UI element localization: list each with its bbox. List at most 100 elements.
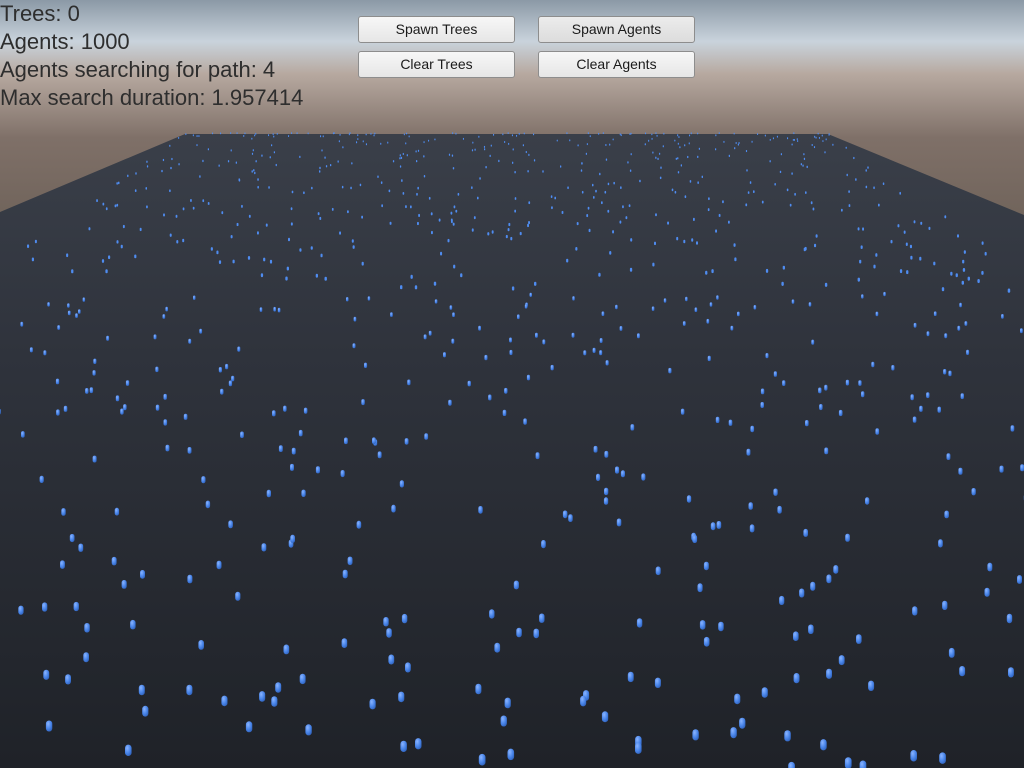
agent-capsule bbox=[299, 248, 302, 252]
agent-capsule bbox=[955, 273, 958, 278]
scene-view[interactable] bbox=[0, 0, 1024, 768]
agent-capsule bbox=[709, 302, 713, 307]
agent-capsule bbox=[751, 140, 753, 143]
agent-capsule bbox=[291, 447, 296, 455]
agent-capsule bbox=[453, 205, 456, 209]
agent-capsule bbox=[120, 244, 123, 249]
agent-capsule bbox=[728, 419, 733, 426]
agent-capsule bbox=[961, 280, 964, 285]
agent-capsule bbox=[504, 387, 508, 394]
agent-capsule bbox=[324, 276, 327, 281]
agent-capsule bbox=[417, 221, 419, 226]
agent-capsule bbox=[487, 232, 490, 236]
agent-capsule bbox=[859, 760, 867, 768]
agent-capsule bbox=[169, 144, 171, 147]
agent-capsule bbox=[875, 253, 878, 257]
agent-capsule bbox=[494, 642, 501, 653]
agent-capsule bbox=[251, 152, 254, 155]
agent-capsule bbox=[169, 233, 172, 237]
agent-capsule bbox=[400, 285, 403, 290]
agent-capsule bbox=[718, 132, 720, 134]
agent-capsule bbox=[774, 183, 776, 186]
agent-capsule bbox=[718, 213, 721, 217]
agent-capsule bbox=[60, 560, 65, 569]
agent-capsule bbox=[450, 211, 453, 215]
agent-capsule bbox=[913, 322, 917, 328]
agent-capsule bbox=[746, 169, 748, 172]
agent-capsule bbox=[188, 338, 192, 344]
agent-capsule bbox=[402, 152, 404, 155]
agent-capsule bbox=[622, 205, 624, 209]
agent-capsule bbox=[146, 205, 148, 209]
agent-capsule bbox=[687, 155, 689, 159]
agent-capsule bbox=[706, 318, 710, 324]
agent-capsule bbox=[372, 437, 376, 444]
agent-capsule bbox=[550, 195, 553, 198]
clear-trees-button[interactable]: Clear Trees bbox=[358, 51, 515, 78]
agent-capsule bbox=[822, 140, 824, 142]
agent-capsule bbox=[178, 163, 180, 166]
agent-capsule bbox=[45, 720, 53, 732]
agent-capsule bbox=[423, 334, 427, 340]
agent-capsule bbox=[153, 334, 157, 340]
agent-capsule bbox=[271, 144, 273, 147]
agent-capsule bbox=[320, 253, 323, 258]
agent-capsule bbox=[390, 312, 393, 317]
agent-capsule bbox=[290, 534, 295, 543]
agent-capsule bbox=[331, 207, 334, 211]
agent-capsule bbox=[680, 164, 682, 167]
agent-capsule bbox=[401, 613, 408, 624]
agent-capsule bbox=[283, 644, 290, 655]
agent-capsule bbox=[716, 521, 722, 529]
agent-capsule bbox=[824, 447, 829, 455]
agent-capsule bbox=[472, 141, 474, 144]
agent-capsule bbox=[667, 221, 669, 225]
agent-capsule bbox=[508, 142, 510, 145]
agent-capsule bbox=[121, 580, 127, 589]
agent-capsule bbox=[528, 201, 531, 205]
agent-capsule bbox=[944, 215, 947, 219]
clear-agents-button[interactable]: Clear Agents bbox=[538, 51, 695, 78]
agent-capsule bbox=[273, 151, 275, 154]
agent-capsule bbox=[629, 169, 632, 172]
agent-capsule bbox=[431, 230, 433, 235]
agent-capsule bbox=[163, 213, 165, 217]
agent-capsule bbox=[415, 738, 422, 750]
agent-capsule bbox=[408, 135, 410, 138]
agent-capsule bbox=[430, 212, 433, 216]
agent-capsule bbox=[739, 717, 746, 729]
agent-capsule bbox=[556, 139, 558, 142]
agent-capsule bbox=[357, 134, 359, 137]
agent-capsule bbox=[451, 154, 454, 157]
agent-capsule bbox=[678, 136, 680, 138]
agent-capsule bbox=[984, 587, 990, 597]
spawn-agents-button[interactable]: Spawn Agents bbox=[538, 16, 695, 43]
ground-plane[interactable] bbox=[0, 134, 1024, 768]
agent-capsule bbox=[793, 139, 795, 141]
agent-capsule bbox=[737, 143, 739, 146]
agent-capsule bbox=[298, 429, 303, 437]
agent-capsule bbox=[451, 219, 453, 224]
agent-capsule bbox=[601, 311, 605, 316]
agent-capsule bbox=[677, 171, 680, 174]
agent-capsule bbox=[344, 437, 348, 445]
agent-capsule bbox=[668, 367, 672, 374]
agent-capsule bbox=[356, 520, 362, 529]
agent-capsule bbox=[861, 294, 864, 299]
agent-capsule bbox=[387, 141, 389, 144]
agent-capsule bbox=[639, 179, 641, 183]
agent-capsule bbox=[254, 134, 256, 137]
agent-capsule bbox=[182, 238, 185, 243]
agent-capsule bbox=[802, 164, 804, 167]
agent-capsule bbox=[779, 170, 782, 174]
agent-capsule bbox=[418, 213, 420, 217]
agent-capsule bbox=[478, 506, 483, 514]
spawn-trees-button[interactable]: Spawn Trees bbox=[358, 16, 515, 43]
agent-capsule bbox=[619, 326, 623, 331]
game-viewport[interactable]: Trees: 0 Agents: 1000 Agents searching f… bbox=[0, 0, 1024, 768]
agent-capsule bbox=[750, 425, 755, 433]
agent-capsule bbox=[220, 132, 222, 135]
agent-capsule bbox=[943, 369, 947, 375]
agent-capsule bbox=[913, 220, 916, 224]
agent-capsule bbox=[370, 132, 372, 135]
